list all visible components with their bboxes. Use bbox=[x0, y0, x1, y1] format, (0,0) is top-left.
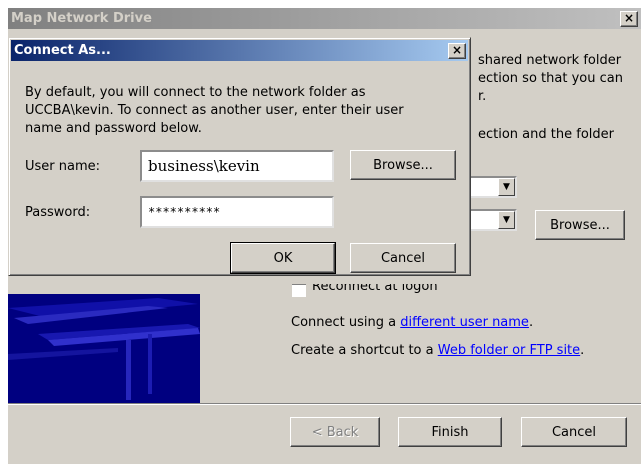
dialog-close-button[interactable]: × bbox=[448, 43, 466, 59]
intro-text-line-4: ection and the folder bbox=[478, 127, 614, 142]
wizard-separator bbox=[8, 403, 641, 405]
dialog-cancel-button[interactable]: Cancel bbox=[350, 243, 456, 273]
wizard-titlebar[interactable]: Map Network Drive × bbox=[8, 8, 641, 29]
username-browse-button[interactable]: Browse... bbox=[350, 150, 456, 180]
close-icon: × bbox=[451, 43, 463, 57]
wizard-network-illustration bbox=[8, 294, 200, 404]
dialog-description-line-3: name and password below. bbox=[25, 121, 202, 136]
intro-text-line-3: r. bbox=[478, 89, 487, 104]
finish-button[interactable]: Finish bbox=[398, 417, 502, 447]
dialog-description-line-2: UCCBA\kevin. To connect as another user,… bbox=[25, 103, 404, 118]
drive-select[interactable]: ▼ bbox=[463, 176, 517, 198]
password-label: Password: bbox=[25, 205, 91, 220]
dialog-description-line-1: By default, you will connect to the netw… bbox=[25, 85, 366, 100]
connect-as-dialog: Connect As... × By default, you will con… bbox=[8, 37, 471, 276]
reconnect-checkbox[interactable] bbox=[292, 284, 306, 297]
create-shortcut-text: Create a shortcut to a Web folder or FTP… bbox=[291, 343, 585, 358]
different-user-name-link[interactable]: different user name bbox=[400, 315, 529, 330]
intro-text-line-2: ection so that you can bbox=[478, 71, 623, 86]
wizard-close-button[interactable]: × bbox=[620, 11, 638, 27]
dialog-title: Connect As... bbox=[14, 43, 111, 58]
ok-button[interactable]: OK bbox=[230, 242, 336, 274]
username-input[interactable]: business\kevin bbox=[140, 150, 334, 182]
wizard-cancel-button[interactable]: Cancel bbox=[521, 417, 627, 447]
close-icon: × bbox=[623, 11, 635, 25]
back-button[interactable]: < Back bbox=[290, 417, 380, 447]
intro-text-line-1: shared network folder bbox=[478, 53, 622, 68]
dialog-titlebar[interactable]: Connect As... × bbox=[11, 40, 468, 61]
network-illustration-icon bbox=[8, 294, 200, 404]
folder-browse-button[interactable]: Browse... bbox=[535, 210, 625, 240]
chevron-down-icon[interactable]: ▼ bbox=[498, 211, 515, 229]
connect-using-text: Connect using a different user name. bbox=[291, 315, 534, 330]
username-label: User name: bbox=[25, 159, 101, 174]
folder-select[interactable]: ▼ bbox=[463, 209, 517, 231]
password-input[interactable]: ********** bbox=[140, 196, 334, 228]
chevron-down-icon[interactable]: ▼ bbox=[498, 178, 515, 196]
web-folder-ftp-link[interactable]: Web folder or FTP site bbox=[438, 343, 580, 358]
reconnect-label: Reconnect at logon bbox=[312, 284, 438, 294]
wizard-title: Map Network Drive bbox=[11, 11, 152, 26]
